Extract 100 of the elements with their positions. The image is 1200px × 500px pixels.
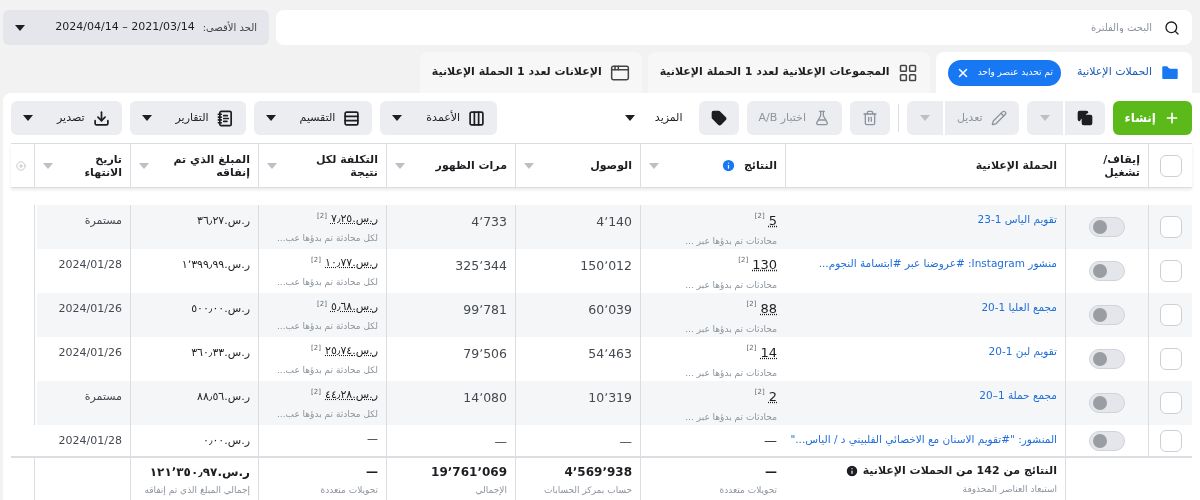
column-header[interactable]: مرات الظهور <box>395 159 507 172</box>
tab[interactable]: المجموعات الإعلانية لعدد 1 الحملة الإعلانية <box>647 52 930 93</box>
spent-value: ر.س.٣٦٫٢٧ <box>197 213 250 229</box>
selection-chip[interactable]: تم تحديد عنصر واحد <box>947 59 1061 86</box>
export-button[interactable]: تصدير <box>11 101 122 135</box>
spent-value: ر.س.١٬٣٩٩٫٩٩ <box>181 257 250 273</box>
summary-note: حساب بمركز الحسابات <box>544 484 632 497</box>
results-value: 2 <box>768 388 777 406</box>
cost-value: ر.س.٢٥٫٧٤ <box>325 343 378 359</box>
caret-icon <box>395 162 405 169</box>
cost-note: لكل محادثة تم بدؤها عب... <box>275 319 378 333</box>
end-date: مستمرة <box>84 389 122 405</box>
tab-label: الحملات الإعلانية <box>1076 64 1152 81</box>
results-note: محادثات تم بدؤها عبر ... <box>684 278 777 292</box>
column-header[interactable]: الوصول <box>524 159 632 172</box>
summary-note: الإجمالي <box>474 484 507 497</box>
info-icon <box>844 464 859 479</box>
results-note: محادثات تم بدؤها عبر ... <box>684 322 777 336</box>
spent-value: ر.س.٨٨٫٥٦ <box>197 389 250 405</box>
date-range-label: الحد الأقصى: <box>202 20 257 35</box>
summary-title: النتائج من 142 من الحملات الإعلانية <box>862 463 1057 479</box>
copy-icon <box>1076 110 1093 126</box>
tag-button[interactable] <box>698 101 739 135</box>
dropdown-button[interactable] <box>906 101 943 135</box>
toggle-switch[interactable] <box>1089 305 1125 325</box>
caret-icon <box>267 162 277 169</box>
flask-icon <box>813 110 830 126</box>
column-header[interactable]: الحملة الإعلانية <box>794 159 1057 172</box>
pencil-icon <box>990 110 1007 126</box>
results-value: 88 <box>760 300 777 318</box>
checkbox[interactable] <box>1159 304 1182 326</box>
impressions-value: — <box>494 433 507 451</box>
column-header[interactable]: إيقاف/ تشغيل <box>1074 152 1140 179</box>
caret-icon <box>624 115 635 121</box>
search-field[interactable]: البحث والفلترة <box>276 10 1192 45</box>
end-date: 2024/01/26 <box>58 345 122 361</box>
tab-label: الإعلانات لعدد 1 الحملة الإعلانية <box>431 64 602 81</box>
results-value: — <box>764 432 777 450</box>
caret-icon <box>524 162 534 169</box>
checkbox[interactable] <box>1159 260 1182 282</box>
results-note: محادثات تم بدؤها عبر ... <box>684 234 777 248</box>
campaign-link[interactable]: المنشور: "#تقويم الاسنان مع الاخصائي الفلبيني د / الياس..." <box>790 432 1057 448</box>
caret-icon <box>392 115 403 121</box>
summary-note: استبعاد العناصر المحذوفة <box>961 482 1057 496</box>
checkbox[interactable] <box>1159 154 1182 177</box>
reach-value: 54٬463 <box>588 345 632 363</box>
column-header[interactable]: التكلفة لكل نتيجة <box>267 152 378 179</box>
toggle-switch[interactable] <box>1089 393 1125 413</box>
cost-note: لكل محادثة تم بدؤها عب... <box>275 231 378 245</box>
cost-value: ر.س.١٠٫٧٧ <box>325 255 378 271</box>
checkbox[interactable] <box>1159 429 1182 452</box>
checkbox[interactable] <box>1159 348 1182 370</box>
cost-note: لكل محادثة تم بدؤها عب... <box>275 363 378 377</box>
column-header[interactable]: النتائج <box>649 158 777 173</box>
campaign-link[interactable]: تقويم الياس 1-23 <box>977 212 1057 228</box>
campaign-link[interactable]: مجمع حملة 1–20 <box>979 388 1057 404</box>
toggle-switch[interactable] <box>1089 217 1125 237</box>
toggle-switch[interactable] <box>1089 261 1125 281</box>
tab[interactable]: الحملات الإعلانية تم تحديد عنصر واحد <box>935 52 1192 93</box>
cost-note: لكل محادثة تم بدؤها عب... <box>275 275 378 289</box>
caret-icon <box>919 115 930 121</box>
columns-button[interactable]: الأعمدة <box>380 101 498 135</box>
caret-icon <box>265 115 276 121</box>
toggle-switch[interactable] <box>1089 349 1125 369</box>
campaign-link[interactable]: تقويم لبن 1-20 <box>988 344 1057 360</box>
date-range-value: 2021/03/14 – 2024/04/14 <box>55 19 195 36</box>
caret-icon <box>23 115 33 121</box>
caret-icon <box>649 162 659 169</box>
summary-value: 19٬761٬069 <box>431 464 507 481</box>
plus-icon <box>1164 110 1180 126</box>
tag-icon <box>710 110 727 126</box>
impressions-value: 99٬781 <box>463 301 507 319</box>
toggle-switch[interactable] <box>1089 430 1125 451</box>
reach-value: 10٬319 <box>588 389 632 407</box>
reports-button[interactable]: التقارير <box>129 101 246 135</box>
results-value: 5 <box>768 212 777 230</box>
spent-value: ر.س.٥٠٠٫٠٠ <box>191 301 250 317</box>
end-date: 2024/01/28 <box>58 433 122 449</box>
campaign-link[interactable]: مجمع العليا 1-20 <box>981 300 1057 316</box>
summary-note: تحويلات متعددة <box>719 484 777 497</box>
spent-value: ر.س.٣٦٠٫٣٣ <box>191 345 250 361</box>
more-button[interactable]: المزيد <box>616 101 691 135</box>
column-header[interactable]: المبلغ الذي تم إنفاقه <box>139 152 250 179</box>
breakdown-button[interactable]: التقسيم <box>253 101 373 135</box>
summary-value: — <box>365 464 378 481</box>
tab[interactable]: الإعلانات لعدد 1 الحملة الإعلانية <box>419 52 642 93</box>
checkbox[interactable] <box>1159 216 1182 238</box>
checkbox[interactable] <box>1159 392 1182 414</box>
info-icon <box>720 158 736 173</box>
column-header[interactable]: تاريخ الانتهاء <box>43 152 122 179</box>
results-value: 130 <box>752 256 777 274</box>
notebook-icon <box>216 109 234 127</box>
add-column-icon[interactable] <box>16 158 26 173</box>
search-input[interactable]: البحث والفلترة <box>288 20 1152 35</box>
summary-value: ر.س.١٢١٬٣٥٠٫٩٧ <box>148 464 250 481</box>
duplicate-button[interactable] <box>1064 101 1105 135</box>
cost-value: ر.س.٧٫٢٥ <box>330 211 378 227</box>
reach-value: 150٬012 <box>580 257 632 275</box>
campaign-link[interactable]: منشور Instagram: #عروضنا عبر #ابتسامة النجوم... <box>818 256 1057 272</box>
summary-note: إجمالي المبلغ الذي تم إنفاقه <box>144 484 250 498</box>
